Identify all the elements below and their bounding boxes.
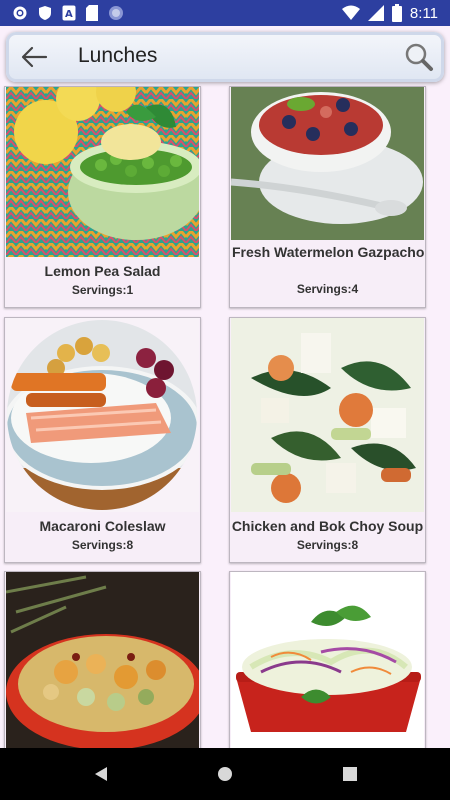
recipe-image [231, 318, 424, 512]
recipe-image [6, 572, 199, 748]
toolbar: Lunches [6, 32, 444, 82]
square-recents-icon [343, 767, 357, 781]
notification-icons: A [12, 4, 124, 22]
gear-icon [13, 6, 27, 20]
recipe-card-fresh-watermelon-gazpacho[interactable]: Fresh Watermelon Gazpacho Servings:4 [229, 86, 426, 308]
cell-signal-icon [367, 5, 384, 21]
shield-icon [39, 6, 51, 20]
recipe-title: Fresh Watermelon Gazpacho [232, 244, 425, 260]
recipe-image [231, 572, 424, 748]
svg-text:A: A [65, 9, 73, 20]
circle-home-icon [218, 767, 232, 781]
recipe-card-chicken-and-bok-choy-soup[interactable]: Chicken and Bok Choy Soup Servings:8 [229, 317, 426, 563]
circle-icon [109, 6, 123, 20]
system-status: 8:11 [341, 3, 438, 23]
nav-back-button[interactable] [93, 766, 109, 787]
recipe-servings: Servings:8 [296, 538, 359, 552]
recipe-card-macaroni-coleslaw[interactable]: Macaroni Coleslaw Servings:8 [4, 317, 201, 563]
recipe-title: Chicken and Bok Choy Soup [231, 518, 424, 534]
recipe-card-coleslaw[interactable] [229, 571, 426, 748]
back-button[interactable] [20, 45, 48, 69]
recipe-image [6, 87, 199, 257]
system-nav-bar [0, 748, 450, 800]
recipe-servings: Servings:4 [296, 282, 359, 296]
status-bar: A 8:11 [0, 0, 450, 26]
nav-home-button[interactable] [217, 766, 233, 787]
search-icon [405, 43, 433, 71]
page-title: Lunches [78, 44, 158, 67]
battery-icon [391, 4, 402, 22]
arrow-left-icon [21, 46, 48, 68]
font-a-icon: A [62, 5, 76, 21]
recipe-card-lemon-pea-salad[interactable]: Lemon Pea Salad Servings:1 [4, 86, 201, 308]
recipe-title: Macaroni Coleslaw [39, 518, 166, 534]
sd-card-icon [86, 5, 98, 21]
search-button[interactable] [404, 42, 434, 72]
clock: 8:11 [409, 4, 438, 22]
recipe-image [6, 318, 199, 512]
recipe-grid[interactable]: Lemon Pea Salad Servings:1 Fresh Waterme… [0, 26, 450, 748]
recipe-image [231, 87, 424, 240]
triangle-back-icon [95, 767, 107, 781]
recipe-servings: Servings:1 [71, 283, 134, 297]
wifi-icon [341, 5, 360, 20]
recipe-title: Lemon Pea Salad [44, 263, 161, 279]
recipe-card-stew[interactable] [4, 571, 201, 748]
recipe-servings: Servings:8 [71, 538, 134, 552]
nav-recents-button[interactable] [342, 766, 358, 787]
